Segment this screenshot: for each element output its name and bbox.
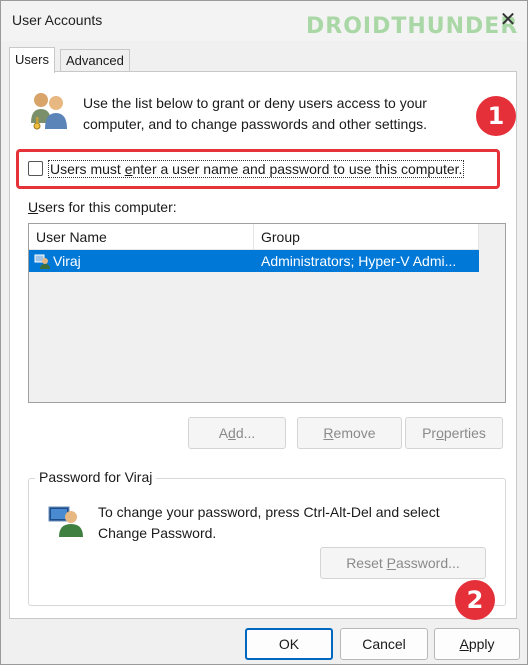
users-tab-panel: Use the list below to grant or deny user…: [9, 71, 517, 619]
cancel-button[interactable]: Cancel: [340, 628, 428, 660]
tab-advanced[interactable]: Advanced: [60, 49, 130, 72]
user-accounts-dialog: User Accounts DROIDTHUNDER ✕ Users Advan…: [0, 0, 528, 665]
close-button[interactable]: ✕: [495, 9, 521, 33]
user-key-icon: [47, 503, 83, 540]
users-list-label: Users for this computer:: [28, 199, 177, 215]
user-row-icon: [34, 253, 50, 272]
apply-button[interactable]: Apply: [434, 628, 520, 660]
watermark-logo: DROIDTHUNDER: [306, 14, 519, 39]
password-group-title: Password for Viraj: [35, 469, 157, 485]
table-row[interactable]: Viraj Administrators; Hyper-V Admi...: [29, 250, 479, 272]
password-instructions: To change your password, press Ctrl-Alt-…: [98, 504, 440, 541]
annotation-badge-2: 2: [455, 580, 495, 620]
annotation-badge-1: 1: [476, 96, 516, 136]
users-icon: [29, 89, 71, 134]
window-title: User Accounts: [12, 12, 103, 28]
password-groupbox: Password for Viraj To change your passwo…: [28, 469, 506, 606]
require-password-label[interactable]: Users must enter a user name and passwor…: [48, 160, 465, 178]
require-password-checkbox[interactable]: [28, 161, 43, 176]
intro-text: Use the list below to grant or deny user…: [83, 95, 427, 132]
group-cell: Administrators; Hyper-V Admi...: [261, 253, 457, 269]
user-name-cell: Viraj: [53, 253, 81, 269]
column-header-group[interactable]: Group: [254, 224, 479, 250]
users-listview[interactable]: User Name Group Viraj Administrators; Hy…: [28, 223, 506, 403]
add-user-button[interactable]: Add...: [188, 417, 286, 449]
properties-button[interactable]: Properties: [405, 417, 503, 449]
tab-users[interactable]: Users: [9, 47, 55, 73]
title-bar: User Accounts DROIDTHUNDER ✕: [1, 1, 527, 41]
listview-header: User Name Group: [29, 224, 479, 250]
column-header-user-name[interactable]: User Name: [29, 224, 254, 250]
ok-button[interactable]: OK: [245, 628, 333, 660]
remove-user-button[interactable]: Remove: [297, 417, 402, 449]
reset-password-button-face[interactable]: Reset Password...: [320, 547, 486, 579]
